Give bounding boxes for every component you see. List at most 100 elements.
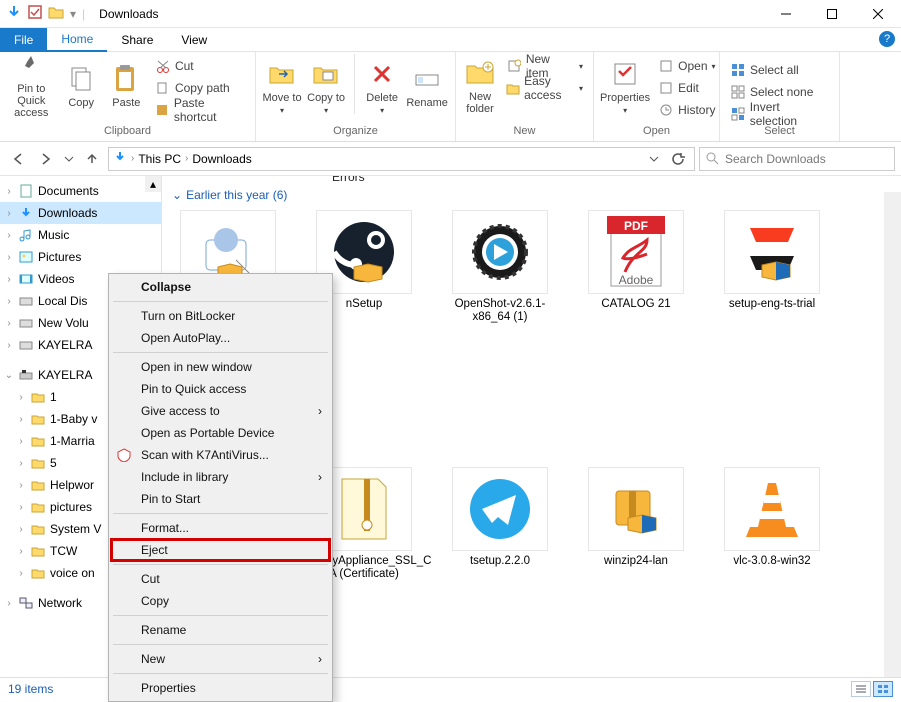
- file-item[interactable]: tsetup.2.2.0: [444, 467, 556, 581]
- recent-dropdown[interactable]: [62, 147, 76, 171]
- context-menu: Collapse Turn on BitLocker Open AutoPlay…: [108, 273, 333, 702]
- cm-scan[interactable]: Scan with K7AntiVirus...: [111, 444, 330, 466]
- back-button[interactable]: [6, 147, 30, 171]
- app-icon-down: [6, 4, 22, 23]
- cm-rename[interactable]: Rename: [111, 619, 330, 641]
- home-tab[interactable]: Home: [47, 28, 107, 52]
- winzipshield-icon: [588, 467, 684, 551]
- pdf-icon: PDFAdobe: [588, 210, 684, 294]
- addr-dropdown[interactable]: [642, 147, 666, 171]
- cm-eject[interactable]: Eject: [111, 539, 330, 561]
- new-folder-button[interactable]: New folder: [462, 54, 498, 118]
- new-group-label: New: [462, 125, 587, 141]
- share-tab[interactable]: Share: [107, 28, 167, 52]
- cm-pin-start[interactable]: Pin to Start: [111, 488, 330, 510]
- folder-icon: [48, 5, 64, 22]
- tree-item[interactable]: ›Music: [0, 224, 161, 246]
- close-button[interactable]: [855, 0, 901, 28]
- help-icon[interactable]: ?: [879, 31, 895, 47]
- item-count: 19 items: [8, 682, 53, 696]
- file-item[interactable]: PDFAdobe CATALOG 21: [580, 210, 692, 324]
- cm-new-window[interactable]: Open in new window: [111, 356, 330, 378]
- file-label: tsetup.2.2.0: [470, 555, 530, 568]
- file-label: nSetup: [346, 298, 382, 311]
- cm-portable[interactable]: Open as Portable Device: [111, 422, 330, 444]
- cm-bitlocker[interactable]: Turn on BitLocker: [111, 305, 330, 327]
- cm-give-access[interactable]: Give access to›: [111, 400, 330, 422]
- tree-item[interactable]: ›Pictures: [0, 246, 161, 268]
- cm-pin-quick-access[interactable]: Pin to Quick access: [111, 378, 330, 400]
- cm-cut[interactable]: Cut: [111, 568, 330, 590]
- search-input[interactable]: Search Downloads: [699, 147, 895, 171]
- cut-button[interactable]: Cut: [151, 56, 249, 76]
- menubar: File Home Share View ?: [0, 28, 901, 52]
- organize-group-label: Organize: [262, 125, 449, 141]
- file-item[interactable]: winzip24-lan: [580, 467, 692, 581]
- copy-to-button[interactable]: Copy to▾: [306, 54, 346, 118]
- easy-access-button[interactable]: Easy access ▾: [502, 78, 587, 98]
- paste-button[interactable]: Paste: [106, 54, 147, 118]
- new-item-button[interactable]: New item ▾: [502, 56, 587, 76]
- tree-item[interactable]: ›Documents: [0, 180, 161, 202]
- cm-new[interactable]: New›: [111, 648, 330, 670]
- file-item[interactable]: vlc-3.0.8-win32: [716, 467, 828, 581]
- overflow-text: Errors: [332, 176, 365, 184]
- tree-item[interactable]: ›Downloads: [0, 202, 161, 224]
- cm-autoplay[interactable]: Open AutoPlay...: [111, 327, 330, 349]
- svg-text:PDF: PDF: [624, 219, 648, 233]
- cm-format[interactable]: Format...: [111, 517, 330, 539]
- content-scrollbar[interactable]: [884, 192, 901, 699]
- shieldexe-icon: [724, 210, 820, 294]
- properties-button[interactable]: Properties▾: [600, 54, 650, 118]
- download-icon: [113, 150, 127, 167]
- view-details-button[interactable]: [851, 681, 871, 697]
- open-button[interactable]: Open ▾: [654, 56, 719, 76]
- openshot-icon: [452, 210, 548, 294]
- rename-button[interactable]: Rename: [405, 54, 449, 118]
- window-title: Downloads: [99, 7, 158, 21]
- cm-include-library[interactable]: Include in library›: [111, 466, 330, 488]
- cm-properties[interactable]: Properties: [111, 677, 330, 699]
- copy-button[interactable]: Copy: [61, 54, 102, 118]
- group-header[interactable]: ⌄Earlier this year (6): [172, 180, 891, 210]
- file-label: setup-eng-ts-trial: [729, 298, 815, 311]
- select-none-button[interactable]: Select none: [726, 82, 833, 102]
- edit-button[interactable]: Edit: [654, 78, 719, 98]
- file-label: CATALOG 21: [601, 298, 670, 311]
- select-all-button[interactable]: Select all: [726, 60, 833, 80]
- quick-save-icon[interactable]: [28, 5, 42, 22]
- up-button[interactable]: [80, 147, 104, 171]
- paste-shortcut-button[interactable]: Paste shortcut: [151, 100, 249, 120]
- cm-copy[interactable]: Copy: [111, 590, 330, 612]
- file-label: vlc-3.0.8-win32: [733, 555, 810, 568]
- maximize-button[interactable]: [809, 0, 855, 28]
- vlc-icon: [724, 467, 820, 551]
- search-placeholder: Search Downloads: [725, 152, 826, 166]
- minimize-button[interactable]: [763, 0, 809, 28]
- crumb-folder[interactable]: Downloads: [192, 152, 251, 166]
- history-button[interactable]: History: [654, 100, 719, 120]
- file-item[interactable]: OpenShot-v2.6.1-x86_64 (1): [444, 210, 556, 324]
- address-bar[interactable]: › This PC › Downloads: [108, 147, 695, 171]
- pin-quick-access-button[interactable]: Pin to Quick access: [6, 54, 57, 118]
- file-tab[interactable]: File: [0, 28, 47, 52]
- file-label: OpenShot-v2.6.1-x86_64 (1): [444, 298, 556, 324]
- clipboard-group-label: Clipboard: [6, 125, 249, 141]
- search-icon: [706, 152, 719, 165]
- crumb-root[interactable]: This PC: [138, 152, 181, 166]
- tree-scroll-up[interactable]: ▴: [145, 176, 161, 192]
- view-tab[interactable]: View: [167, 28, 221, 52]
- select-group-label: Select: [726, 125, 833, 141]
- cm-collapse[interactable]: Collapse: [111, 276, 330, 298]
- refresh-button[interactable]: [666, 147, 690, 171]
- file-label: winzip24-lan: [604, 555, 668, 568]
- copy-path-button[interactable]: Copy path: [151, 78, 249, 98]
- invert-selection-button[interactable]: Invert selection: [726, 104, 833, 124]
- view-thumbnails-button[interactable]: [873, 681, 893, 697]
- move-to-button[interactable]: Move to▾: [262, 54, 302, 118]
- file-item[interactable]: setup-eng-ts-trial: [716, 210, 828, 324]
- open-group-label: Open: [600, 125, 713, 141]
- forward-button[interactable]: [34, 147, 58, 171]
- telegram-icon: [452, 467, 548, 551]
- delete-button[interactable]: Delete▾: [363, 54, 401, 118]
